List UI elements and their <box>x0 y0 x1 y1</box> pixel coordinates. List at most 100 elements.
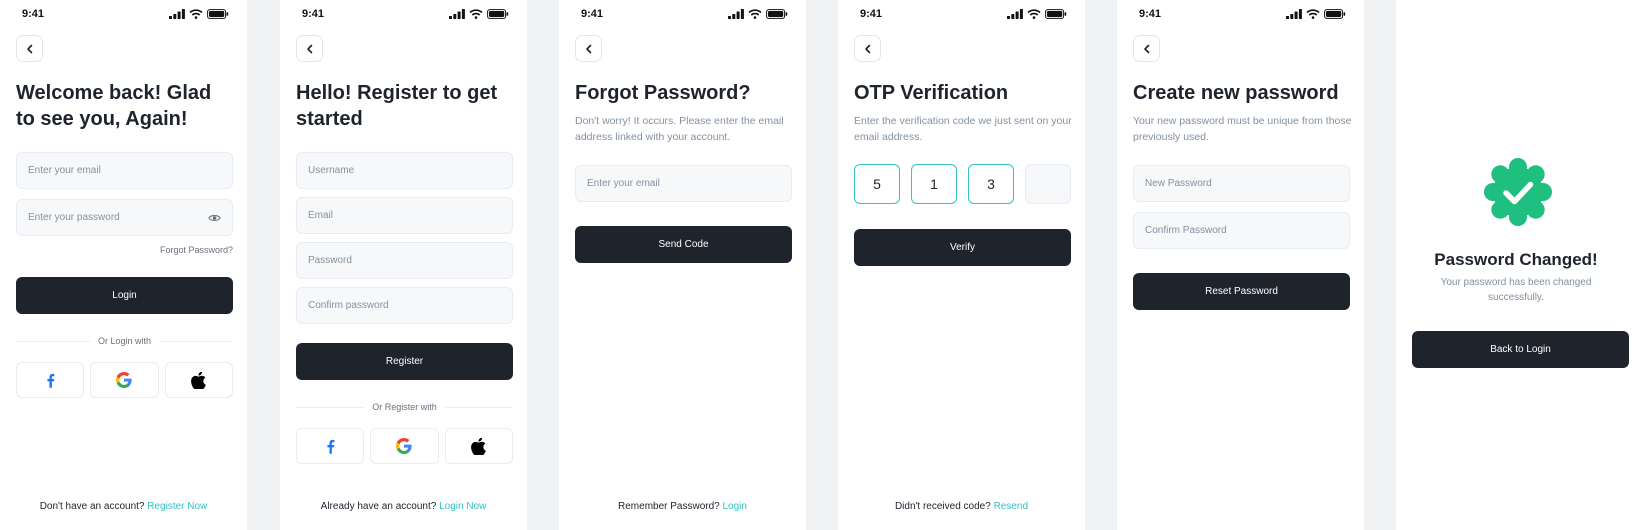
footer: Didn't received code? Resend <box>838 501 1085 512</box>
success-title: Password Changed! <box>1434 250 1598 269</box>
wifi-icon <box>469 9 483 19</box>
new-password-field[interactable]: New Password <box>1133 165 1350 202</box>
social-buttons <box>16 362 233 398</box>
divider-line <box>159 340 233 342</box>
battery-icon <box>1045 9 1067 19</box>
send-code-button[interactable]: Send Code <box>575 226 792 263</box>
back-button[interactable] <box>16 35 43 62</box>
login-now-link[interactable]: Login Now <box>439 501 486 512</box>
back-icon <box>24 43 36 55</box>
confirm-password-field[interactable]: Confirm password <box>296 287 513 324</box>
otp-digit-1[interactable]: 5 <box>854 164 900 204</box>
email-field[interactable]: Enter your email <box>16 152 233 189</box>
wifi-icon <box>1306 9 1320 19</box>
reset-password-button[interactable]: Reset Password <box>1133 273 1350 310</box>
signal-icon <box>728 9 744 19</box>
wifi-icon <box>189 9 203 19</box>
back-button[interactable] <box>854 35 881 62</box>
page-subtitle: Enter the verification code we just sent… <box>854 115 1072 143</box>
battery-icon <box>766 9 788 19</box>
password-field[interactable]: Enter your password <box>16 199 233 236</box>
back-icon <box>862 43 874 55</box>
password-changed-screen: Password Changed! Your password has been… <box>1396 0 1636 530</box>
back-icon <box>304 43 316 55</box>
status-time: 9:41 <box>302 8 325 20</box>
divider-line <box>296 406 365 408</box>
username-field[interactable]: Username <box>296 152 513 189</box>
wifi-icon <box>1027 9 1041 19</box>
facebook-button[interactable] <box>296 428 365 464</box>
success-subtitle: Your password has been changed successfu… <box>1440 277 1592 303</box>
divider-line <box>444 406 513 408</box>
page-title: Welcome back! Glad to see you, Again! <box>16 80 236 132</box>
battery-icon <box>1324 9 1346 19</box>
otp-digit-3[interactable]: 3 <box>968 164 1014 204</box>
email-field[interactable]: Enter your email <box>575 165 792 202</box>
email-placeholder: Enter your email <box>28 165 101 176</box>
footer: Already have an account? Login Now <box>280 501 527 512</box>
facebook-button[interactable] <box>16 362 85 398</box>
signal-icon <box>1007 9 1023 19</box>
login-link[interactable]: Login <box>723 501 747 512</box>
title-line: started <box>296 108 363 130</box>
verify-button[interactable]: Verify <box>854 229 1071 266</box>
apple-icon <box>471 438 486 455</box>
divider-label: Or Login with <box>97 336 152 346</box>
status-time: 9:41 <box>22 8 45 20</box>
google-button[interactable] <box>90 362 159 398</box>
create-password-screen: 9:41 Create new password Your new passwo… <box>1117 0 1364 530</box>
signal-icon <box>1286 9 1302 19</box>
footer-text: Already have an account? <box>320 501 440 512</box>
register-now-link[interactable]: Register Now <box>147 501 207 512</box>
page-title: Forgot Password? <box>575 82 751 104</box>
wifi-icon <box>748 9 762 19</box>
field-placeholder: New Password <box>1145 178 1212 189</box>
footer: Don't have an account? Register Now <box>0 501 247 512</box>
google-icon <box>396 438 412 454</box>
page-title: Create new password <box>1133 82 1339 104</box>
back-button[interactable] <box>575 35 602 62</box>
back-button[interactable] <box>1133 35 1160 62</box>
divider-label: Or Register with <box>372 402 437 412</box>
otp-digit-2[interactable]: 1 <box>911 164 957 204</box>
status-time: 9:41 <box>581 8 604 20</box>
back-icon <box>1141 43 1153 55</box>
field-placeholder: Username <box>308 165 355 176</box>
login-button[interactable]: Login <box>16 277 233 314</box>
signal-icon <box>449 9 465 19</box>
register-screen: 9:41 Hello! Register to get started User… <box>280 0 527 530</box>
status-time: 9:41 <box>860 8 883 20</box>
apple-button[interactable] <box>444 428 513 464</box>
back-to-login-button[interactable]: Back to Login <box>1412 331 1629 368</box>
otp-inputs: 5 1 3 <box>854 164 1071 204</box>
login-screen: 9:41 Welcome back! Glad to see you, Agai… <box>0 0 247 530</box>
register-button[interactable]: Register <box>296 343 513 380</box>
apple-icon <box>191 372 206 389</box>
status-bar: 9:41 <box>860 7 1067 21</box>
battery-icon <box>207 9 229 19</box>
field-placeholder: Email <box>308 210 334 221</box>
password-field[interactable]: Password <box>296 242 513 279</box>
field-placeholder: Confirm Password <box>1145 225 1227 236</box>
field-placeholder: Password <box>308 255 352 266</box>
apple-button[interactable] <box>164 362 233 398</box>
facebook-icon <box>326 439 335 454</box>
back-icon <box>583 43 595 55</box>
title-line: to see you, Again! <box>16 108 188 130</box>
social-buttons <box>296 428 513 464</box>
eye-icon[interactable] <box>208 213 221 223</box>
otp-digit-4[interactable] <box>1025 164 1071 204</box>
email-placeholder: Enter your email <box>587 178 660 189</box>
forgot-password-link[interactable]: Forgot Password? <box>160 245 233 255</box>
email-field[interactable]: Email <box>296 197 513 234</box>
resend-link[interactable]: Resend <box>994 501 1028 512</box>
social-divider: Or Login with <box>16 335 233 347</box>
status-bar: 9:41 <box>302 7 509 21</box>
check-badge-icon <box>1484 158 1552 226</box>
footer-text: Don't have an account? <box>39 501 148 512</box>
divider-line <box>16 340 90 342</box>
back-button[interactable] <box>296 35 323 62</box>
confirm-password-field[interactable]: Confirm Password <box>1133 212 1350 249</box>
page-subtitle: Your new password must be unique from th… <box>1133 115 1352 143</box>
google-button[interactable] <box>370 428 439 464</box>
